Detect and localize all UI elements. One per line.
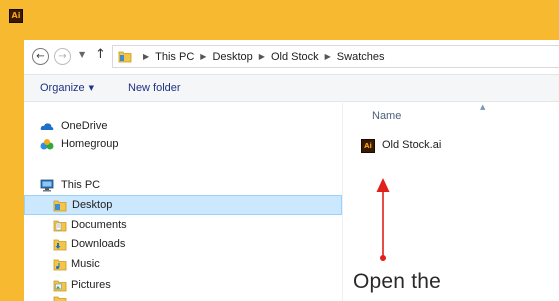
breadcrumb-separator-icon: ▶	[324, 52, 331, 61]
sidebar-item-this-pc[interactable]: This PC	[24, 176, 342, 196]
computer-icon	[40, 179, 54, 192]
address-row: ← → ▼ ↑ ▶ This PC ▶ Desktop ▶ Old Stock ▶ Swatc…	[24, 40, 559, 74]
breadcrumb-separator-icon: ▶	[258, 52, 265, 61]
organize-label: Organize	[40, 82, 85, 94]
navigation-pane: OneDrive Homegroup This PC Desktop Docum…	[24, 103, 342, 301]
downloads-folder-icon	[53, 239, 67, 251]
sidebar-item-desktop[interactable]: Desktop	[24, 195, 342, 215]
back-arrow-icon[interactable]: ←	[32, 48, 49, 65]
breadcrumb-separator-icon: ▶	[143, 52, 150, 61]
breadcrumb-this-pc[interactable]: This PC	[155, 51, 194, 63]
sidebar-item-label: Desktop	[72, 199, 113, 211]
name-column-header[interactable]: Name	[372, 110, 401, 122]
sidebar-item-music[interactable]: Music	[24, 255, 342, 275]
sidebar-item-downloads[interactable]: Downloads	[24, 235, 342, 255]
breadcrumb-desktop[interactable]: Desktop	[212, 51, 252, 63]
folder-icon	[118, 51, 132, 63]
title-bar: Ai	[0, 0, 559, 40]
breadcrumb-swatches[interactable]: Swatches	[337, 51, 385, 63]
sidebar-item-label: Homegroup	[61, 138, 119, 150]
sidebar-item-label: Music	[71, 258, 100, 270]
up-arrow-icon[interactable]: ↑	[95, 47, 106, 62]
annotation-text: Open the	[353, 270, 441, 293]
file-row[interactable]: Ai Old Stock.ai	[361, 137, 541, 155]
documents-folder-icon	[53, 220, 67, 232]
sidebar-item-label: This PC	[61, 179, 101, 191]
new-folder-button[interactable]: New folder	[128, 82, 181, 94]
sidebar-item-label: OneDrive	[61, 120, 108, 132]
sidebar-item-homegroup[interactable]: Homegroup	[24, 135, 342, 155]
breadcrumb-old-stock[interactable]: Old Stock	[271, 51, 319, 63]
address-bar[interactable]: ▶ This PC ▶ Desktop ▶ Old Stock ▶ Swatches	[112, 45, 559, 68]
pictures-folder-icon	[53, 280, 67, 292]
breadcrumb-separator-icon: ▶	[200, 52, 207, 61]
command-toolbar: Organize ▼ New folder	[24, 74, 559, 102]
homegroup-icon	[40, 139, 54, 150]
illustrator-app-icon: Ai	[9, 9, 23, 23]
sidebar-item-label: Downloads	[71, 238, 126, 250]
sidebar-item-pictures[interactable]: Pictures	[24, 276, 342, 296]
onedrive-icon	[40, 123, 54, 130]
sort-ascending-icon: ▲	[480, 103, 486, 111]
recent-locations-chevron-icon[interactable]: ▼	[79, 50, 85, 59]
window-frame-left	[0, 40, 24, 301]
file-name: Old Stock.ai	[382, 139, 442, 151]
chevron-down-icon: ▼	[88, 84, 95, 92]
desktop-folder-icon	[53, 200, 67, 212]
sidebar-item-onedrive[interactable]: OneDrive	[24, 117, 342, 137]
music-folder-icon	[53, 259, 67, 271]
illustrator-file-icon: Ai	[361, 139, 375, 153]
folder-icon	[53, 296, 67, 301]
sidebar-item-label: Pictures	[71, 279, 111, 291]
breadcrumb: ▶ This PC ▶ Desktop ▶ Old Stock ▶ Swatches	[137, 51, 385, 63]
organize-button[interactable]: Organize ▼	[40, 82, 94, 94]
sidebar-item-label: Documents	[71, 219, 127, 231]
sidebar-item-documents[interactable]: Documents	[24, 216, 342, 236]
forward-arrow-icon[interactable]: →	[54, 48, 71, 65]
